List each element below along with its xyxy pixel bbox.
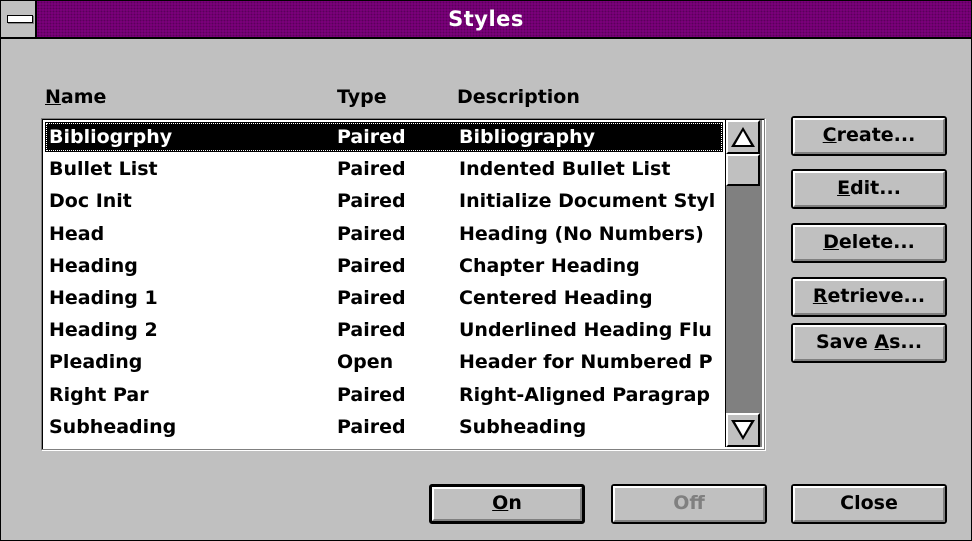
delete-button[interactable]: Delete... <box>791 223 947 263</box>
style-description: Bibliography <box>459 126 595 148</box>
save-as-button[interactable]: Save As... <box>791 323 947 363</box>
scroll-up-button[interactable] <box>726 120 760 154</box>
system-menu-button[interactable] <box>1 1 37 37</box>
style-list-row[interactable]: Subheading Paired Subheading <box>45 412 723 442</box>
style-name: Heading 2 <box>49 319 158 342</box>
down-arrow-icon <box>731 420 755 440</box>
style-description: Initialize Document Styl <box>459 190 716 213</box>
create-button[interactable]: Create... <box>791 116 947 156</box>
style-list-row[interactable]: Heading Paired Chapter Heading <box>45 251 723 281</box>
style-description: Right-Aligned Paragrap <box>459 383 711 406</box>
scroll-down-button[interactable] <box>726 413 760 447</box>
style-list-row[interactable]: Heading 1 Paired Centered Heading <box>45 283 723 313</box>
style-description: Underlined Heading Flu <box>459 319 712 342</box>
retrieve-button[interactable]: Retrieve... <box>791 277 947 317</box>
edit-button[interactable]: Edit... <box>791 169 947 209</box>
style-list-row[interactable]: Right Par Paired Right-Aligned Paragrap <box>45 380 723 410</box>
style-type: Paired <box>337 415 406 438</box>
style-type: Paired <box>337 287 406 309</box>
style-name: Right Par <box>49 383 149 406</box>
style-list-row[interactable]: Bibliogrphy Paired Bibliography <box>45 122 723 152</box>
up-arrow-icon <box>731 127 755 147</box>
vertical-scrollbar[interactable] <box>725 120 762 447</box>
style-list-row[interactable]: Pleading Open Header for Numbered P <box>45 347 723 377</box>
style-name: Subheading <box>49 415 177 438</box>
style-description: Chapter Heading <box>459 254 640 277</box>
styles-dialog: Styles Name Type Description Bibliogrphy… <box>0 0 972 541</box>
scroll-thumb[interactable] <box>726 154 760 186</box>
style-type: Paired <box>337 126 406 148</box>
style-description: Header for Numbered P <box>459 351 713 374</box>
style-type: Paired <box>337 254 406 277</box>
style-list-row[interactable]: Head Paired Heading (No Numbers) <box>45 219 723 249</box>
style-name: Bibliogrphy <box>49 126 173 148</box>
style-type: Paired <box>337 158 406 181</box>
style-type: Paired <box>337 319 406 342</box>
style-description: Indented Bullet List <box>459 158 671 181</box>
style-name: Doc Init <box>49 190 132 213</box>
style-list-row[interactable]: Heading 2 Paired Underlined Heading Flu <box>45 315 723 345</box>
style-description: Centered Heading <box>459 287 653 309</box>
style-name: Pleading <box>49 351 143 374</box>
style-description: Subheading <box>459 415 587 438</box>
style-list-row[interactable]: Doc Init Paired Initialize Document Styl <box>45 186 723 216</box>
column-header-type: Type <box>337 86 387 108</box>
off-button[interactable]: Off <box>611 484 767 524</box>
styles-list: Bibliogrphy Paired Bibliography Bullet List… <box>45 122 725 444</box>
style-list-row[interactable]: Bullet List Paired Indented Bullet List <box>45 154 723 184</box>
style-name: Head <box>49 222 105 245</box>
column-header-name: Name <box>45 86 107 108</box>
style-type: Paired <box>337 383 406 406</box>
on-button[interactable]: On <box>429 484 585 524</box>
system-menu-icon <box>7 15 33 23</box>
title-bar[interactable]: Styles <box>1 1 971 39</box>
style-name: Heading 1 <box>49 287 158 309</box>
style-type: Open <box>337 351 394 374</box>
column-header-description: Description <box>457 86 580 108</box>
style-type: Paired <box>337 190 406 213</box>
style-description: Heading (No Numbers) <box>459 222 704 245</box>
window-title: Styles <box>448 7 524 31</box>
style-name: Bullet List <box>49 158 158 181</box>
style-name: Heading <box>49 254 138 277</box>
close-button[interactable]: Close <box>791 484 947 524</box>
style-type: Paired <box>337 222 406 245</box>
styles-listbox[interactable]: Bibliogrphy Paired Bibliography Bullet List… <box>41 118 765 450</box>
